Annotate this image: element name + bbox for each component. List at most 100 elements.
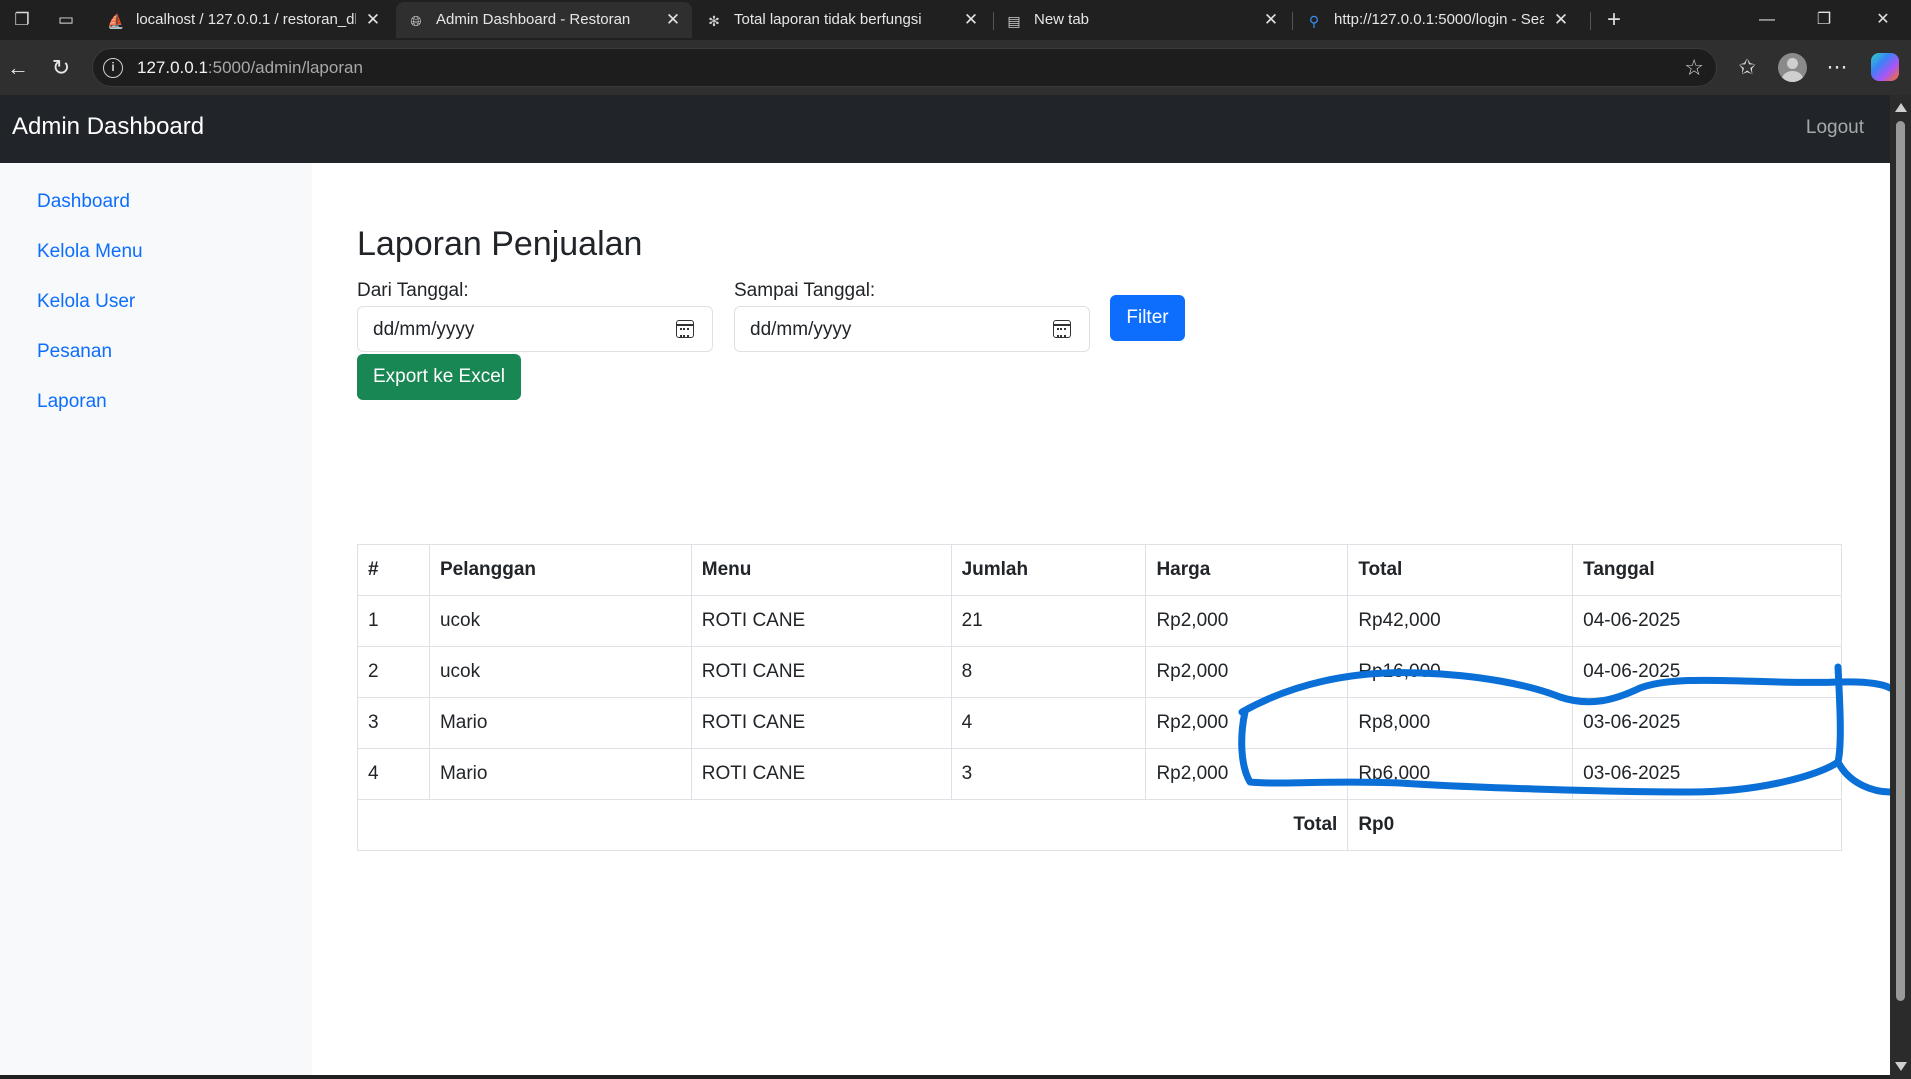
table-cell: 8: [950, 646, 1147, 698]
restore-icon[interactable]: ❐: [1801, 6, 1847, 34]
address-bar[interactable]: i 127.0.0.1:5000/admin/laporan ☆: [92, 48, 1717, 87]
column-header: Menu: [690, 544, 952, 596]
window-close-icon[interactable]: ✕: [1860, 6, 1906, 34]
footer-spacer: [356, 799, 1146, 851]
address-host: 127.0.0.1: [137, 58, 208, 77]
table-cell: Rp42,000: [1347, 595, 1574, 647]
column-header: Harga: [1145, 544, 1349, 596]
export-excel-button[interactable]: Export ke Excel: [357, 354, 521, 400]
sales-report-table: # Pelanggan Menu Jumlah Harga Total Tang…: [356, 544, 1842, 851]
main-content: Laporan Penjualan Dari Tanggal: dd/mm/yy…: [312, 163, 1890, 1075]
profile-avatar-icon[interactable]: [1778, 53, 1807, 82]
sidebar: Dashboard Kelola Menu Kelola User Pesana…: [0, 163, 312, 1075]
page-title: Laporan Penjualan: [357, 225, 643, 263]
tab-title: New tab: [1034, 11, 1090, 28]
sidebar-item-pesanan[interactable]: Pesanan: [37, 341, 112, 363]
table-cell: 4: [950, 697, 1147, 749]
tab-search[interactable]: ⚲ http://127.0.0.1:5000/login - Search ✕: [1294, 2, 1580, 38]
workspaces-icon[interactable]: ❐: [10, 8, 34, 32]
table-cell: ROTI CANE: [690, 697, 952, 749]
scroll-down-icon[interactable]: [1895, 1062, 1907, 1071]
footer-total-label: Total: [1145, 799, 1349, 851]
close-icon[interactable]: ✕: [1550, 8, 1572, 32]
table-cell: ROTI CANE: [690, 646, 952, 698]
tab-new-tab[interactable]: ▤ New tab ✕: [994, 2, 1290, 38]
page-scrollbar[interactable]: [1890, 95, 1911, 1079]
close-icon[interactable]: ✕: [1260, 8, 1282, 32]
tab-title: http://127.0.0.1:5000/login - Search: [1334, 11, 1544, 28]
site-info-icon[interactable]: i: [103, 58, 123, 78]
table-cell: ROTI CANE: [690, 748, 952, 800]
table-cell: Rp2,000: [1145, 697, 1349, 749]
table-cell: 04-06-2025: [1572, 595, 1842, 647]
more-options-icon[interactable]: ⋯: [1821, 52, 1853, 84]
navbar-brand[interactable]: Admin Dashboard: [12, 113, 204, 141]
copilot-icon[interactable]: [1871, 53, 1899, 81]
browser-toolbar: ← ↻ i 127.0.0.1:5000/admin/laporan ☆ ✩ ⋯: [0, 40, 1911, 95]
favorites-icon[interactable]: ✩: [1731, 52, 1763, 84]
sidebar-item-kelola-menu[interactable]: Kelola Menu: [37, 241, 143, 263]
from-date-placeholder: dd/mm/yyyy: [373, 319, 475, 340]
table-cell: Rp2,000: [1145, 646, 1349, 698]
scroll-up-icon[interactable]: [1895, 103, 1907, 112]
scroll-thumb[interactable]: [1896, 121, 1905, 1001]
favorite-star-icon[interactable]: ☆: [1684, 55, 1704, 81]
browser-tab-bar: ❐ ▭ ⛵ localhost / 127.0.0.1 / restoran_d…: [0, 0, 1911, 40]
from-date-input[interactable]: dd/mm/yyyy: [357, 306, 713, 352]
table-cell: ucok: [428, 595, 692, 647]
vertical-tabs-icon[interactable]: ▭: [54, 8, 78, 32]
table-footer-row: Total Rp0: [356, 799, 1842, 851]
tab-admin-dashboard[interactable]: 🌐︎ Admin Dashboard - Restoran ✕: [396, 2, 692, 38]
close-icon[interactable]: ✕: [960, 8, 982, 32]
new-tab-icon: ▤: [1007, 13, 1021, 29]
table-header-row: # Pelanggan Menu Jumlah Harga Total Tang…: [357, 544, 1842, 596]
to-date-input[interactable]: dd/mm/yyyy: [734, 306, 1090, 352]
page-viewport: Admin Dashboard Logout Dashboard Kelola …: [0, 95, 1890, 1075]
table-cell: 3: [950, 748, 1147, 800]
to-date-label: Sampai Tanggal:: [734, 280, 876, 301]
minimize-icon[interactable]: —: [1744, 6, 1790, 34]
search-icon: ⚲: [1308, 13, 1320, 29]
table-cell: 03-06-2025: [1572, 748, 1842, 800]
reload-icon[interactable]: ↻: [46, 53, 76, 83]
address-path: :5000/admin/laporan: [207, 58, 363, 77]
tab-chatgpt[interactable]: ✻ Total laporan tidak berfungsi ✕: [694, 2, 990, 38]
table-row: 2 ucok ROTI CANE 8 Rp2,000 Rp16,000 04-0…: [357, 646, 1842, 698]
table-cell: 4: [357, 748, 430, 800]
close-icon[interactable]: ✕: [362, 8, 384, 32]
chatgpt-icon: ✻: [708, 13, 720, 29]
table-cell: Mario: [428, 748, 692, 800]
column-header: Jumlah: [950, 544, 1147, 596]
column-header: Tanggal: [1572, 544, 1842, 596]
table-cell: Rp8,000: [1347, 697, 1574, 749]
top-navbar: Admin Dashboard Logout: [0, 95, 1890, 163]
sidebar-item-kelola-user[interactable]: Kelola User: [37, 291, 135, 313]
table-cell: 04-06-2025: [1572, 646, 1842, 698]
sidebar-item-dashboard[interactable]: Dashboard: [37, 191, 130, 213]
tab-phpmyadmin[interactable]: ⛵ localhost / 127.0.0.1 / restoran_db ✕: [96, 2, 392, 38]
calendar-icon[interactable]: [1053, 320, 1071, 338]
tab-title: Total laporan tidak berfungsi: [734, 11, 922, 28]
table-cell: 1: [357, 595, 430, 647]
column-header: Total: [1347, 544, 1574, 596]
tab-title: localhost / 127.0.0.1 / restoran_db: [136, 11, 356, 28]
to-date-placeholder: dd/mm/yyyy: [750, 319, 852, 340]
table-cell: ucok: [428, 646, 692, 698]
table-cell: Rp2,000: [1145, 748, 1349, 800]
close-icon[interactable]: ✕: [662, 8, 684, 32]
from-date-label: Dari Tanggal:: [357, 280, 469, 301]
footer-total-value: Rp0: [1347, 799, 1842, 851]
table-cell: Rp2,000: [1145, 595, 1349, 647]
table-cell: Rp16,000: [1347, 646, 1574, 698]
table-cell: 2: [357, 646, 430, 698]
back-icon[interactable]: ←: [3, 53, 33, 83]
calendar-icon[interactable]: [676, 320, 694, 338]
phpmyadmin-icon: ⛵: [107, 13, 125, 29]
table-row: 1 ucok ROTI CANE 21 Rp2,000 Rp42,000 04-…: [357, 595, 1842, 647]
new-tab-button[interactable]: +: [1602, 8, 1626, 32]
logout-link[interactable]: Logout: [1806, 117, 1864, 139]
tab-separator: [1292, 12, 1293, 30]
filter-button[interactable]: Filter: [1110, 295, 1185, 341]
column-header: Pelanggan: [428, 544, 692, 596]
sidebar-item-laporan[interactable]: Laporan: [37, 391, 107, 413]
